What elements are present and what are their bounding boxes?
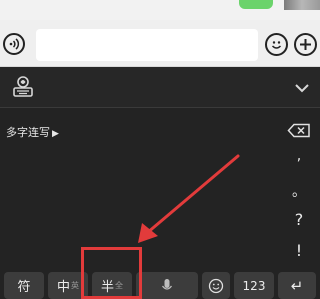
multi-char-label: 多字连写	[6, 126, 50, 139]
punctuation-exclaim[interactable]: !	[291, 241, 307, 260]
keyboard-toolbar	[0, 67, 320, 108]
enter-icon: ↵	[290, 276, 304, 295]
symbol-key[interactable]: 符	[4, 272, 44, 299]
plus-icon	[300, 39, 311, 50]
emoji-key[interactable]	[202, 272, 230, 299]
play-triangle-icon: ▶	[52, 129, 59, 139]
smiley-icon	[271, 41, 282, 49]
multi-char-mode-toggle[interactable]: 多字连写 ▶	[6, 124, 59, 140]
voice-input-button[interactable]	[3, 33, 25, 55]
message-text-field[interactable]	[36, 29, 258, 61]
image-thumbnail	[284, 0, 320, 10]
space-voice-key[interactable]	[136, 272, 198, 299]
punctuation-question[interactable]: ?	[291, 210, 307, 229]
emoji-key-icon	[208, 278, 224, 293]
sent-message-bubble	[239, 0, 273, 9]
backspace-icon	[287, 123, 310, 138]
english-sub-label: 英	[71, 281, 79, 290]
hide-keyboard-icon[interactable]	[292, 78, 312, 98]
punctuation-comma[interactable]: ,	[291, 148, 307, 164]
more-options-button[interactable]	[294, 33, 317, 56]
keyboard-settings-icon[interactable]	[11, 75, 35, 99]
highlight-box	[81, 247, 142, 299]
microphone-icon	[161, 278, 173, 290]
punctuation-period[interactable]: 。	[291, 181, 307, 201]
chinese-key-label: 中	[56, 280, 70, 295]
enter-key[interactable]: ↵	[278, 272, 316, 299]
emoji-button[interactable]	[265, 33, 288, 56]
number-key-label: 123	[242, 278, 266, 293]
number-key[interactable]: 123	[234, 272, 274, 299]
symbol-key-label: 符	[17, 280, 31, 295]
voice-icon	[9, 38, 20, 50]
backspace-key[interactable]	[287, 123, 311, 138]
